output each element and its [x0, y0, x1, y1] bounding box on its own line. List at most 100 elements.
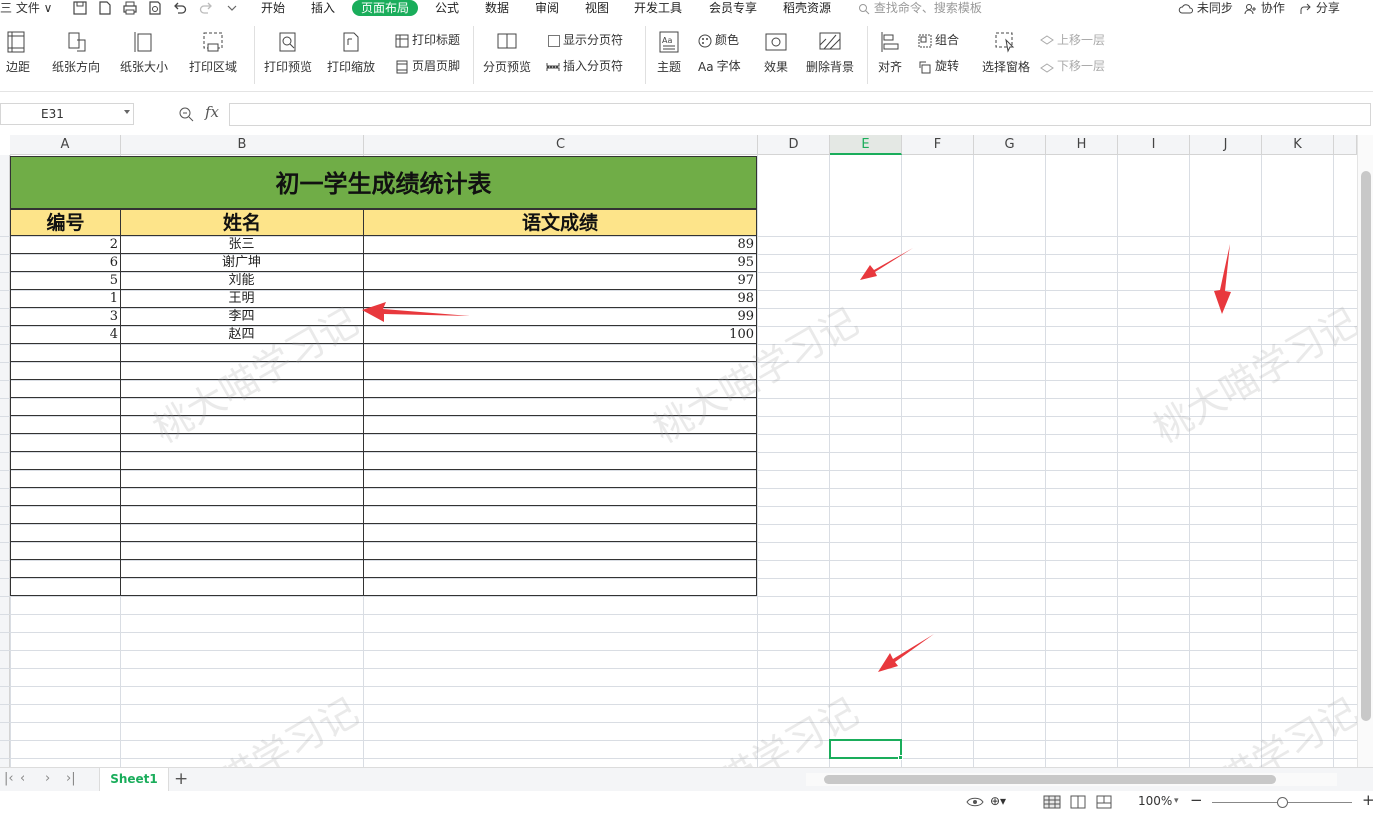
- cell-name[interactable]: 李四: [120, 308, 364, 326]
- col-header-g[interactable]: G: [974, 135, 1046, 155]
- share-button[interactable]: 分享: [1299, 0, 1340, 16]
- cell-name[interactable]: [120, 362, 364, 380]
- cell-score[interactable]: [363, 578, 757, 596]
- cell-score[interactable]: [363, 542, 757, 560]
- bring-forward-button[interactable]: 上移一层: [1040, 32, 1105, 48]
- cell-id[interactable]: 3: [10, 308, 121, 326]
- cell-name[interactable]: [120, 452, 364, 470]
- cell-name[interactable]: [120, 416, 364, 434]
- tab-view[interactable]: 视图: [585, 0, 609, 16]
- insert-page-break-button[interactable]: 插入分页符: [546, 58, 623, 74]
- cell-name[interactable]: [120, 344, 364, 362]
- show-page-breaks-checkbox[interactable]: 显示分页符: [548, 32, 623, 48]
- paper-size-button[interactable]: 纸张大小: [114, 30, 174, 75]
- cell-name[interactable]: [120, 506, 364, 524]
- zoom-dropdown-icon[interactable]: ▾: [1174, 796, 1179, 806]
- spreadsheet-grid[interactable]: A B C D E F G H I J K 初一学生成绩统计表 编号 姓名 语文…: [0, 135, 1357, 767]
- tab-data[interactable]: 数据: [485, 0, 509, 16]
- cell-id[interactable]: [10, 362, 121, 380]
- cell-id[interactable]: [10, 470, 121, 488]
- cell-name[interactable]: [120, 488, 364, 506]
- undo-icon[interactable]: [172, 0, 188, 16]
- zoom-formula-icon[interactable]: [178, 106, 194, 122]
- cell-id[interactable]: [10, 344, 121, 362]
- cell-id[interactable]: 4: [10, 326, 121, 344]
- cell-name[interactable]: [120, 542, 364, 560]
- print-titles-button[interactable]: 打印标题: [395, 32, 460, 48]
- col-header-k[interactable]: K: [1262, 135, 1334, 155]
- tab-home[interactable]: 开始: [261, 0, 285, 16]
- cell-id[interactable]: [10, 398, 121, 416]
- colors-button[interactable]: 颜色: [698, 32, 739, 48]
- vertical-scrollbar[interactable]: [1357, 135, 1373, 767]
- col-header-j[interactable]: J: [1190, 135, 1262, 155]
- delete-background-button[interactable]: 删除背景: [804, 30, 856, 75]
- cell-score[interactable]: [363, 398, 757, 416]
- tab-member[interactable]: 会员专享: [709, 0, 757, 16]
- print-preview-icon[interactable]: [147, 0, 163, 16]
- cell-id[interactable]: 6: [10, 254, 121, 272]
- vertical-scroll-thumb[interactable]: [1361, 171, 1371, 721]
- eye-protection-icon[interactable]: [966, 796, 984, 808]
- cell-id[interactable]: 5: [10, 272, 121, 290]
- header-score-cell[interactable]: 语文成绩: [363, 209, 757, 236]
- cell-score[interactable]: 98: [363, 290, 757, 308]
- name-box-dropdown-icon[interactable]: [124, 110, 130, 114]
- zoom-in-icon[interactable]: +: [1362, 791, 1373, 809]
- tab-insert[interactable]: 插入: [311, 0, 335, 16]
- margins-button[interactable]: 边距: [0, 30, 36, 75]
- next-sheet-icon[interactable]: ›: [45, 771, 50, 786]
- cell-id[interactable]: 2: [10, 236, 121, 254]
- cell-score[interactable]: [363, 560, 757, 578]
- cell-name[interactable]: [120, 398, 364, 416]
- cell-score[interactable]: [363, 506, 757, 524]
- tab-page-layout[interactable]: 页面布局: [352, 0, 419, 16]
- sync-status[interactable]: 未同步: [1178, 0, 1233, 16]
- collab-button[interactable]: 协作: [1244, 0, 1285, 16]
- cell-id[interactable]: [10, 524, 121, 542]
- formula-input[interactable]: [229, 103, 1371, 126]
- col-header-c[interactable]: C: [364, 135, 758, 155]
- orientation-button[interactable]: 纸张方向: [46, 30, 106, 75]
- cell-id[interactable]: 1: [10, 290, 121, 308]
- cell-score[interactable]: [363, 488, 757, 506]
- selected-cell-e31[interactable]: [829, 739, 902, 759]
- col-header-i[interactable]: I: [1118, 135, 1190, 155]
- tab-formulas[interactable]: 公式: [435, 0, 459, 16]
- tab-review[interactable]: 审阅: [535, 0, 559, 16]
- col-header-a[interactable]: A: [10, 135, 121, 155]
- col-header-b[interactable]: B: [121, 135, 364, 155]
- cell-id[interactable]: [10, 452, 121, 470]
- cell-name[interactable]: [120, 380, 364, 398]
- rotate-button[interactable]: 旋转: [918, 58, 959, 74]
- cell-score[interactable]: 97: [363, 272, 757, 290]
- header-id-cell[interactable]: 编号: [10, 209, 121, 236]
- cell-name[interactable]: [120, 560, 364, 578]
- fx-label[interactable]: fx: [205, 103, 219, 121]
- name-box[interactable]: E31: [0, 103, 134, 125]
- effects-button[interactable]: 效果: [759, 30, 793, 75]
- cell-name[interactable]: [120, 524, 364, 542]
- fill-handle[interactable]: [898, 755, 903, 760]
- save-icon[interactable]: [72, 0, 88, 16]
- cell-score[interactable]: 89: [363, 236, 757, 254]
- align-button[interactable]: 对齐: [873, 30, 907, 75]
- add-sheet-button[interactable]: +: [174, 769, 188, 789]
- cell-score[interactable]: [363, 524, 757, 542]
- normal-view-icon[interactable]: [1043, 795, 1061, 809]
- send-backward-button[interactable]: 下移一层: [1040, 58, 1105, 74]
- cell-id[interactable]: [10, 578, 121, 596]
- input-method-icon[interactable]: ⊕▾: [990, 794, 1006, 808]
- tab-developer[interactable]: 开发工具: [634, 0, 682, 16]
- sheet-tab-sheet1[interactable]: Sheet1: [99, 768, 169, 791]
- zoom-out-icon[interactable]: −: [1190, 791, 1203, 809]
- page-break-preview-button[interactable]: 分页预览: [482, 30, 532, 75]
- cell-score[interactable]: [363, 380, 757, 398]
- page-break-view-icon[interactable]: [1096, 795, 1112, 809]
- fonts-button[interactable]: Aa 字体: [698, 58, 741, 74]
- cell-id[interactable]: [10, 434, 121, 452]
- col-header-h[interactable]: H: [1046, 135, 1118, 155]
- last-sheet-icon[interactable]: ›|: [66, 771, 76, 786]
- cell-score[interactable]: [363, 344, 757, 362]
- cell-name[interactable]: 刘能: [120, 272, 364, 290]
